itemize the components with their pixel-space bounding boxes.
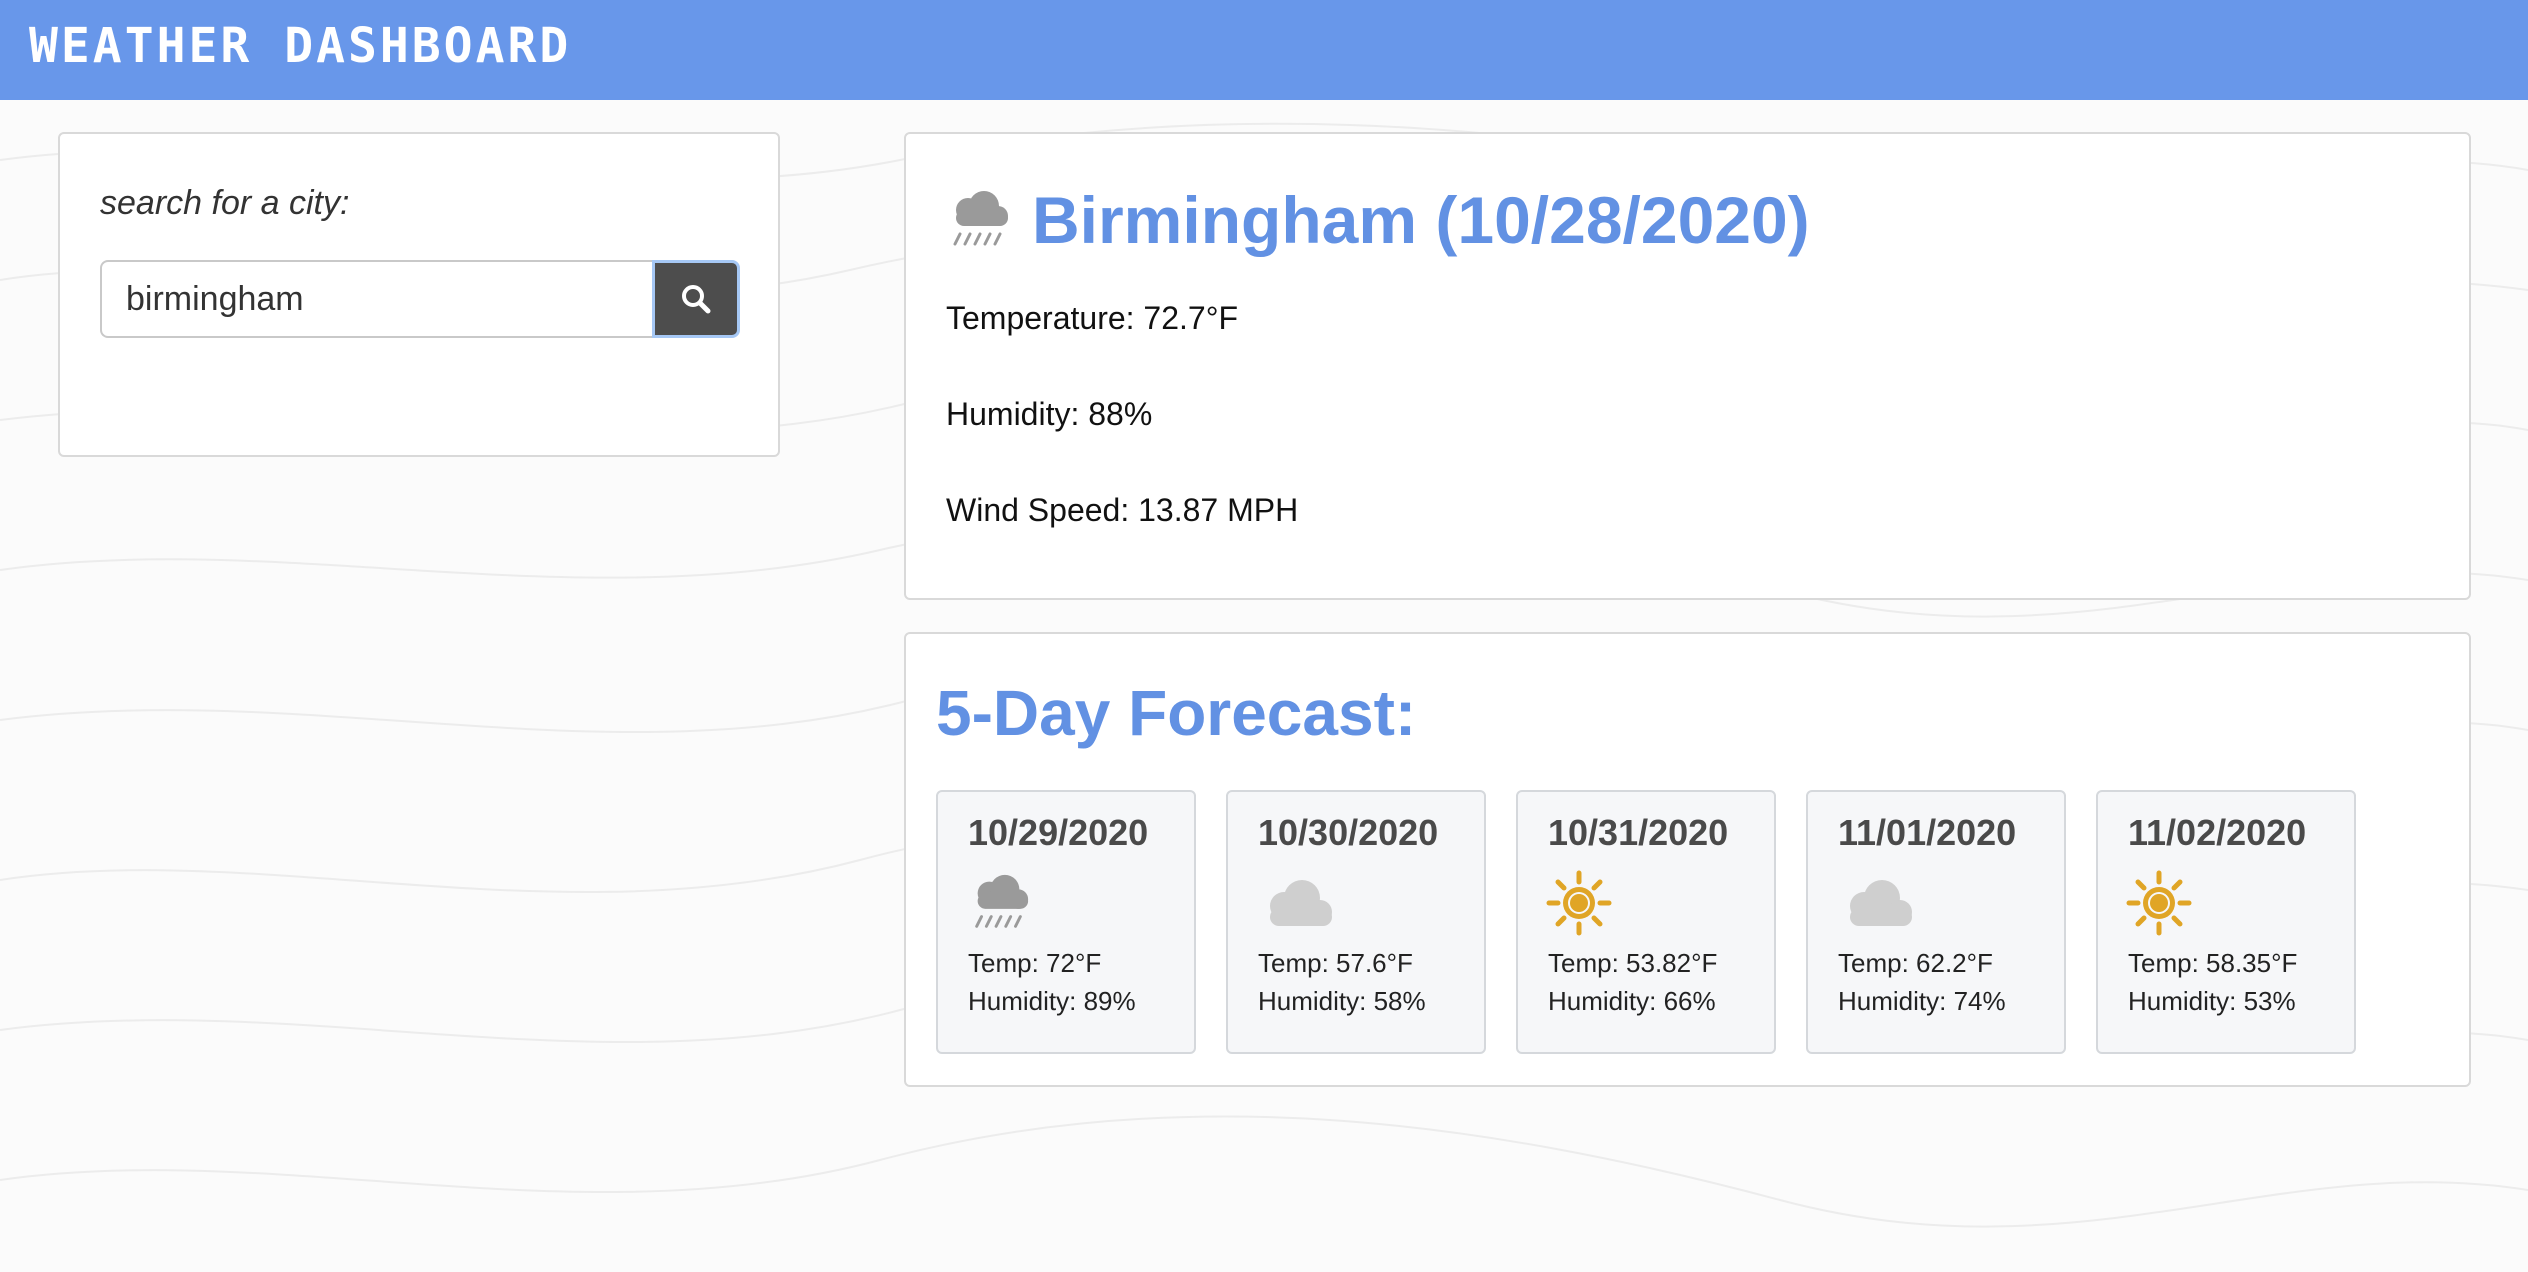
sun-icon bbox=[1546, 870, 1612, 936]
current-city-title: Birmingham (10/28/2020) bbox=[1032, 183, 1810, 257]
search-button[interactable] bbox=[652, 260, 740, 338]
forecast-humidity: Humidity: 53% bbox=[2128, 986, 2296, 1016]
rain-icon bbox=[975, 874, 1029, 928]
search-group bbox=[100, 260, 740, 338]
forecast-humidity: Humidity: 74% bbox=[1838, 986, 2006, 1016]
search-label: search for a city: bbox=[100, 184, 350, 222]
forecast-day-card: 10/29/2020 Temp: 72°F Humidity: 89% bbox=[936, 790, 1196, 1054]
forecast-day-card: 11/01/2020 Temp: 62.2°F Humidity: 74% bbox=[1806, 790, 2066, 1054]
forecast-humidity: Humidity: 58% bbox=[1258, 986, 1426, 1016]
forecast-day-card: 11/02/2020 Temp: 58.35°F Humidity: 53% bbox=[2096, 790, 2356, 1054]
forecast-temp: Temp: 72°F bbox=[968, 948, 1102, 978]
forecast-date: 11/02/2020 bbox=[2128, 812, 2307, 853]
cloud-icon bbox=[1270, 880, 1332, 926]
current-humidity: Humidity: 88% bbox=[946, 396, 1153, 432]
sun-icon bbox=[2126, 870, 2192, 936]
forecast-humidity: Humidity: 89% bbox=[968, 986, 1136, 1016]
forecast-temp: Temp: 58.35°F bbox=[2128, 948, 2298, 978]
forecast-date: 11/01/2020 bbox=[1838, 812, 2017, 853]
search-panel: search for a city: bbox=[58, 132, 780, 457]
forecast-panel: 5-Day Forecast: 10/29/2020 Temp: 72°F Hu… bbox=[904, 632, 2471, 1087]
forecast-temp: Temp: 57.6°F bbox=[1258, 948, 1413, 978]
current-weather-panel: Birmingham (10/28/2020) Temperature: 72.… bbox=[904, 132, 2471, 600]
cloud-icon bbox=[1850, 880, 1912, 926]
forecast-date: 10/31/2020 bbox=[1548, 812, 1729, 853]
forecast-day-card: 10/30/2020 Temp: 57.6°F Humidity: 58% bbox=[1226, 790, 1486, 1054]
forecast-temp: Temp: 62.2°F bbox=[1838, 948, 1993, 978]
current-wind-speed: Wind Speed: 13.87 MPH bbox=[946, 492, 1299, 528]
search-icon bbox=[682, 285, 711, 314]
forecast-temp: Temp: 53.82°F bbox=[1548, 948, 1718, 978]
forecast-date: 10/29/2020 bbox=[968, 812, 1149, 853]
forecast-day-card: 10/31/2020 Temp: 53.82°F Humidity: 66% bbox=[1516, 790, 1776, 1054]
forecast-title: 5-Day Forecast: bbox=[936, 677, 1417, 749]
current-temperature: Temperature: 72.7°F bbox=[946, 300, 1239, 336]
forecast-date: 10/30/2020 bbox=[1258, 812, 1439, 853]
app-title: WEATHER DASHBOARD bbox=[29, 18, 572, 74]
rain-icon bbox=[953, 191, 1008, 246]
current-weather-heading: Birmingham (10/28/2020) bbox=[944, 182, 1810, 258]
forecast-humidity: Humidity: 66% bbox=[1548, 986, 1716, 1016]
city-search-input[interactable] bbox=[100, 260, 652, 338]
app-header: WEATHER DASHBOARD bbox=[0, 0, 2528, 100]
